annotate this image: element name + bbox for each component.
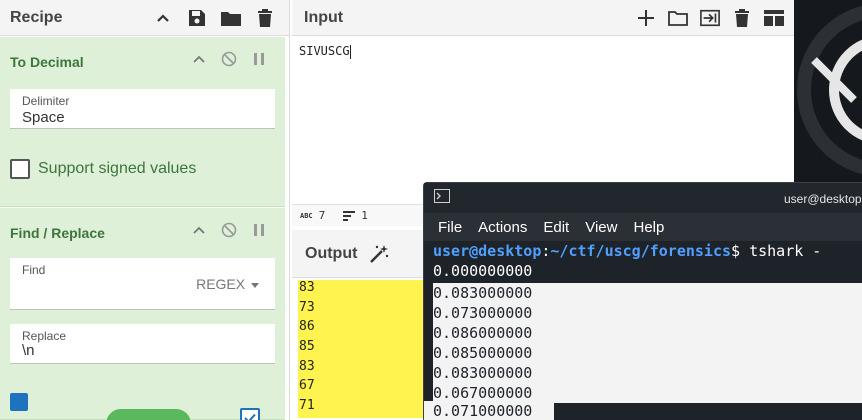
terminal-output-line: 0.083000000	[433, 284, 533, 302]
terminal-window[interactable]: user@desktop File Actions Edit View Help…	[423, 182, 862, 420]
menu-file[interactable]: File	[438, 219, 462, 236]
output-text[interactable]: 83 73 86 85 83 67 71	[298, 280, 428, 418]
chevron-up-icon[interactable]	[153, 8, 173, 28]
replace-label: Replace	[22, 329, 67, 343]
output-line: 73	[298, 299, 428, 320]
menu-edit[interactable]: Edit	[543, 219, 569, 236]
pause-icon[interactable]	[251, 222, 267, 238]
output-line: 83	[298, 280, 428, 300]
import-icon[interactable]	[700, 8, 720, 28]
output-line: 86	[298, 319, 428, 340]
disable-icon[interactable]	[221, 51, 237, 67]
line-count: 1	[361, 209, 368, 222]
trash-icon[interactable]	[732, 8, 752, 28]
terminal-output-line: 0.067000000	[433, 384, 533, 402]
find-field[interactable]: Find REGEX	[10, 258, 275, 310]
chevron-up-icon[interactable]	[191, 222, 207, 238]
checkbox-label: Support signed values	[38, 160, 197, 177]
terminal-title: user@desktop	[784, 192, 862, 206]
delimiter-label: Delimiter	[22, 94, 70, 108]
output-line: 71	[298, 398, 428, 418]
operation-title: Find / Replace	[10, 225, 105, 241]
terminal-prompt-line: user@desktop:~/ctf/uscg/forensics$ tshar…	[433, 241, 862, 261]
delimiter-value: Space	[22, 109, 65, 126]
support-signed-values-checkbox[interactable]: Support signed values	[10, 159, 196, 179]
operation-title: To Decimal	[10, 54, 84, 70]
terminal-output-line: 0.073000000	[433, 304, 533, 322]
menu-view[interactable]: View	[585, 219, 617, 236]
input-header: Input	[292, 0, 794, 36]
folder-icon[interactable]	[221, 8, 241, 28]
bake-button[interactable]	[106, 409, 191, 420]
terminal-output-line: 0.085000000	[433, 344, 533, 362]
abc-icon: ABC	[300, 211, 313, 220]
prompt-path: ~/ctf/uscg/forensics	[550, 242, 732, 260]
output-line: 67	[298, 378, 428, 399]
recipe-title: Recipe	[10, 8, 63, 26]
prompt-command: $ tshark -	[731, 242, 822, 260]
save-icon[interactable]	[187, 8, 207, 28]
auto-bake-checkbox[interactable]	[240, 408, 260, 420]
caret-down-icon	[251, 282, 259, 288]
layout-icon[interactable]	[764, 8, 784, 28]
input-textarea[interactable]: SIVUSCG	[299, 44, 351, 59]
text-caret	[349, 44, 351, 59]
terminal-output-line: 0.071000000	[433, 402, 533, 420]
disable-icon[interactable]	[221, 222, 237, 238]
replace-field[interactable]: Replace \n	[10, 324, 275, 364]
char-count: 7	[318, 209, 326, 222]
terminal-body[interactable]: user@desktop:~/ctf/uscg/forensics$ tshar…	[433, 241, 862, 281]
open-folder-icon[interactable]	[668, 8, 688, 28]
operation-to-decimal: To Decimal Delimiter Space Support signe…	[0, 37, 285, 207]
find-mode-dropdown[interactable]: REGEX	[196, 276, 259, 292]
find-label: Find	[22, 263, 46, 277]
terminal-output-line: 0.083000000	[433, 364, 533, 382]
recipe-panel: Recipe To Decimal Delimiter Space Suppor…	[0, 0, 290, 420]
menu-actions[interactable]: Actions	[478, 219, 527, 236]
plus-icon[interactable]	[636, 8, 656, 28]
replace-value: \n	[22, 342, 35, 359]
output-title: Output	[305, 244, 358, 262]
prompt-user: user@desktop	[433, 242, 542, 260]
terminal-selection: 0.083000000 0.073000000 0.086000000 0.08…	[433, 283, 862, 403]
find-mode-label: REGEX	[196, 276, 246, 292]
terminal-icon	[434, 188, 450, 208]
output-line: 85	[298, 339, 428, 359]
terminal-output-line: 0.000000000	[433, 262, 533, 280]
output-line: 83	[298, 358, 428, 379]
lines-icon	[343, 210, 356, 221]
global-match-checkbox[interactable]	[10, 393, 28, 411]
recipe-header: Recipe	[0, 0, 289, 36]
delimiter-field[interactable]: Delimiter Space	[10, 89, 275, 129]
operation-find-replace: Find / Replace Find REGEX Replace \n	[0, 208, 285, 420]
trash-icon[interactable]	[255, 8, 275, 28]
input-title: Input	[304, 8, 344, 26]
chevron-up-icon[interactable]	[191, 51, 207, 67]
checkbox-box[interactable]	[10, 159, 30, 179]
terminal-output-line: 0.086000000	[433, 324, 533, 342]
input-text-value: SIVUSCG	[299, 44, 350, 58]
pause-icon[interactable]	[251, 51, 267, 67]
magic-wand-icon[interactable]	[369, 244, 389, 264]
terminal-menubar: File Actions Edit View Help	[424, 213, 862, 241]
menu-help[interactable]: Help	[633, 219, 664, 236]
